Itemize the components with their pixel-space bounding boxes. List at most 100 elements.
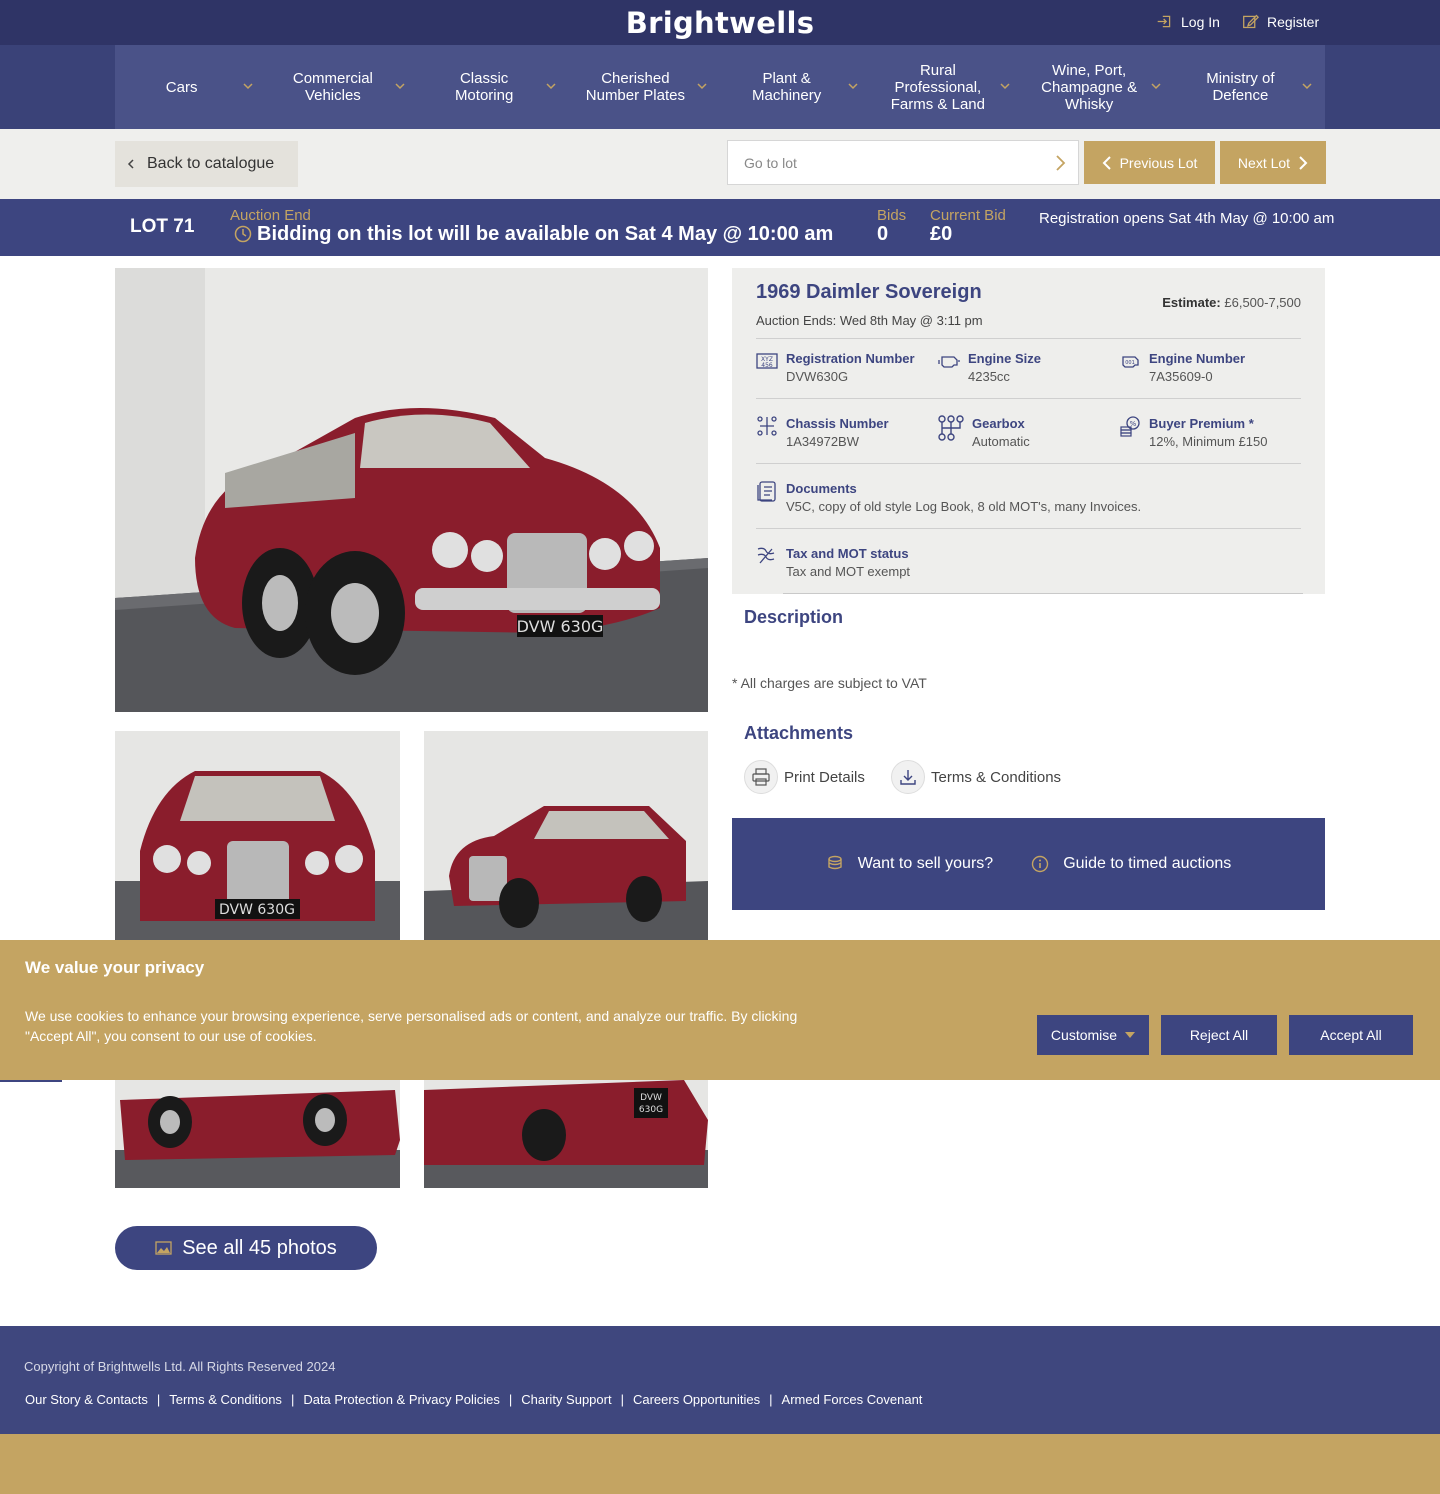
print-icon	[744, 760, 778, 794]
nav-item-rural[interactable]: Rural Professional, Farms & Land	[871, 45, 1022, 129]
nav-item-commercial-vehicles[interactable]: Commercial Vehicles	[266, 45, 417, 129]
engine-number-icon: 001	[1122, 356, 1139, 368]
lot-photo-thumbnail[interactable]: DVW 630G	[424, 1080, 708, 1188]
car-side-image	[115, 1080, 400, 1188]
register-label: Register	[1267, 13, 1320, 30]
spec-tax-mot: Tax and MOT status Tax and MOT exempt	[756, 545, 910, 582]
main-lot-photo[interactable]: DVW 630G	[115, 268, 708, 712]
nav-item-cherished-number-plates[interactable]: Cherished Number Plates	[569, 45, 720, 129]
svg-text:001: 001	[1125, 360, 1135, 366]
footer-separator: |	[620, 1392, 624, 1407]
nav-label: Rural Professional, Farms & Land	[890, 61, 985, 113]
terms-conditions-label: Terms & Conditions	[931, 768, 1062, 786]
next-lot-button[interactable]: Next Lot	[1220, 141, 1326, 184]
see-all-photos-button[interactable]: See all 45 photos	[115, 1226, 377, 1270]
current-bid-label: Current Bid	[930, 207, 1006, 224]
nav-label: Plant & Machinery	[752, 70, 822, 104]
tax-icon	[757, 547, 775, 564]
footer-link-terms[interactable]: Terms & Conditions	[169, 1392, 282, 1407]
nav-label: Commercial Vehicles	[292, 70, 373, 104]
spec-buyer-premium: % Buyer Premium * 12%, Minimum £150	[1119, 415, 1268, 452]
footer-separator: |	[290, 1392, 295, 1407]
back-label: Back to catalogue	[147, 155, 275, 172]
lot-status-bar: LOT 71 Auction End Bidding on this lot w…	[0, 199, 1440, 256]
chevron-right-icon[interactable]	[1054, 154, 1066, 172]
reject-all-button[interactable]: Reject All	[1161, 1015, 1277, 1055]
estimate-value: £6,500-7,500	[1224, 295, 1301, 310]
spec-label: Gearbox	[972, 416, 1025, 431]
spec-value: 1A34972BW	[786, 434, 859, 449]
footer-link-our-story[interactable]: Our Story & Contacts	[25, 1392, 148, 1407]
want-to-sell-label: Want to sell yours?	[857, 855, 994, 872]
want-to-sell-link[interactable]: Want to sell yours?	[826, 855, 993, 873]
customise-label: Customise	[1050, 1027, 1118, 1043]
brightwells-logo[interactable]: Brightwells	[0, 6, 1440, 40]
main-nav-bar: Cars Commercial Vehicles Classic Motorin…	[0, 45, 1440, 129]
footer-link-charity[interactable]: Charity Support	[521, 1392, 611, 1407]
go-to-lot-placeholder: Go to lot	[744, 154, 797, 171]
svg-text:456: 456	[761, 362, 773, 369]
customise-button[interactable]: Customise	[1037, 1015, 1149, 1055]
nav-item-plant-machinery[interactable]: Plant & Machinery	[720, 45, 871, 129]
see-all-photos-label: See all 45 photos	[182, 1236, 337, 1259]
divider	[756, 463, 1301, 464]
nav-item-wine[interactable]: Wine, Port, Champagne & Whisky	[1023, 45, 1174, 129]
lot-photo-thumbnail[interactable]: DVW 630G	[115, 731, 400, 940]
svg-text:630G: 630G	[639, 1105, 663, 1115]
guide-link[interactable]: Guide to timed auctions	[1031, 855, 1231, 873]
bidding-message: Bidding on this lot will be available on…	[257, 223, 834, 245]
divider	[756, 338, 1301, 339]
engine-icon	[938, 356, 960, 368]
coins-icon: %	[1120, 416, 1140, 437]
previous-lot-button[interactable]: Previous Lot	[1084, 141, 1215, 184]
terms-conditions-link[interactable]: Terms & Conditions	[891, 760, 1061, 794]
spec-gearbox: Gearbox Automatic	[938, 415, 1030, 452]
footer-separator: |	[508, 1392, 513, 1407]
svg-text:DVW 630G: DVW 630G	[219, 902, 295, 918]
login-link[interactable]: Log In	[1156, 13, 1220, 30]
footer-link-careers[interactable]: Careers Opportunities	[633, 1392, 760, 1407]
print-details-label: Print Details	[784, 768, 865, 786]
auction-end-label: Auction End	[230, 207, 311, 224]
register-link[interactable]: Register	[1242, 13, 1319, 30]
back-to-catalogue-button[interactable]: Back to catalogue	[115, 141, 298, 187]
lot-details-panel: 1969 Daimler Sovereign Auction Ends: Wed…	[732, 268, 1325, 594]
page: Brightwells Log In Register Cars Commerc…	[0, 0, 1440, 1434]
spec-value: 4235cc	[968, 369, 1010, 384]
gearbox-icon	[938, 415, 964, 441]
info-icon	[1031, 855, 1049, 873]
spec-label: Tax and MOT status	[786, 546, 909, 561]
caret-down-icon	[1125, 1032, 1136, 1038]
clock-icon	[234, 225, 252, 243]
lot-photo-thumbnail[interactable]	[424, 731, 708, 940]
vat-note: * All charges are subject to VAT	[732, 675, 927, 691]
footer-link-armed-forces[interactable]: Armed Forces Covenant	[782, 1392, 923, 1407]
chassis-icon	[757, 416, 777, 436]
chevron-down-icon	[1302, 83, 1312, 90]
spec-label: Registration Number	[786, 351, 915, 366]
spec-value: V5C, copy of old style Log Book, 8 old M…	[786, 499, 1142, 514]
divider	[756, 398, 1301, 399]
accept-all-button[interactable]: Accept All	[1289, 1015, 1413, 1055]
edit-icon	[1243, 14, 1259, 29]
spec-value: Tax and MOT exempt	[786, 564, 911, 579]
footer-link-data-protection[interactable]: Data Protection & Privacy Policies	[303, 1392, 500, 1407]
print-details-link[interactable]: Print Details	[744, 760, 865, 794]
car-front-image: DVW 630G	[115, 731, 400, 940]
spec-value: 7A35609-0	[1149, 369, 1213, 384]
chevron-down-icon	[999, 83, 1010, 90]
nav-item-ministry-of-defence[interactable]: Ministry of Defence	[1174, 45, 1325, 129]
lot-number: LOT 71	[130, 216, 195, 237]
registration-opens: Registration opens Sat 4th May @ 10:00 a…	[1039, 210, 1335, 227]
main-nav: Cars Commercial Vehicles Classic Motorin…	[115, 45, 1325, 129]
spec-value: DVW630G	[786, 369, 849, 384]
nav-item-classic-motoring[interactable]: Classic Motoring	[418, 45, 569, 129]
nav-item-cars[interactable]: Cars	[115, 45, 266, 129]
chevron-down-icon	[1151, 83, 1161, 90]
spec-documents: Documents V5C, copy of old style Log Book…	[756, 480, 1141, 517]
chevron-down-icon	[394, 83, 405, 90]
bids-value: 0	[877, 223, 889, 245]
lot-photo-thumbnail[interactable]	[115, 1080, 400, 1188]
go-to-lot-input[interactable]: Go to lot	[727, 140, 1079, 185]
spec-engine-number: 001 Engine Number 7A35609-0	[1119, 350, 1245, 387]
